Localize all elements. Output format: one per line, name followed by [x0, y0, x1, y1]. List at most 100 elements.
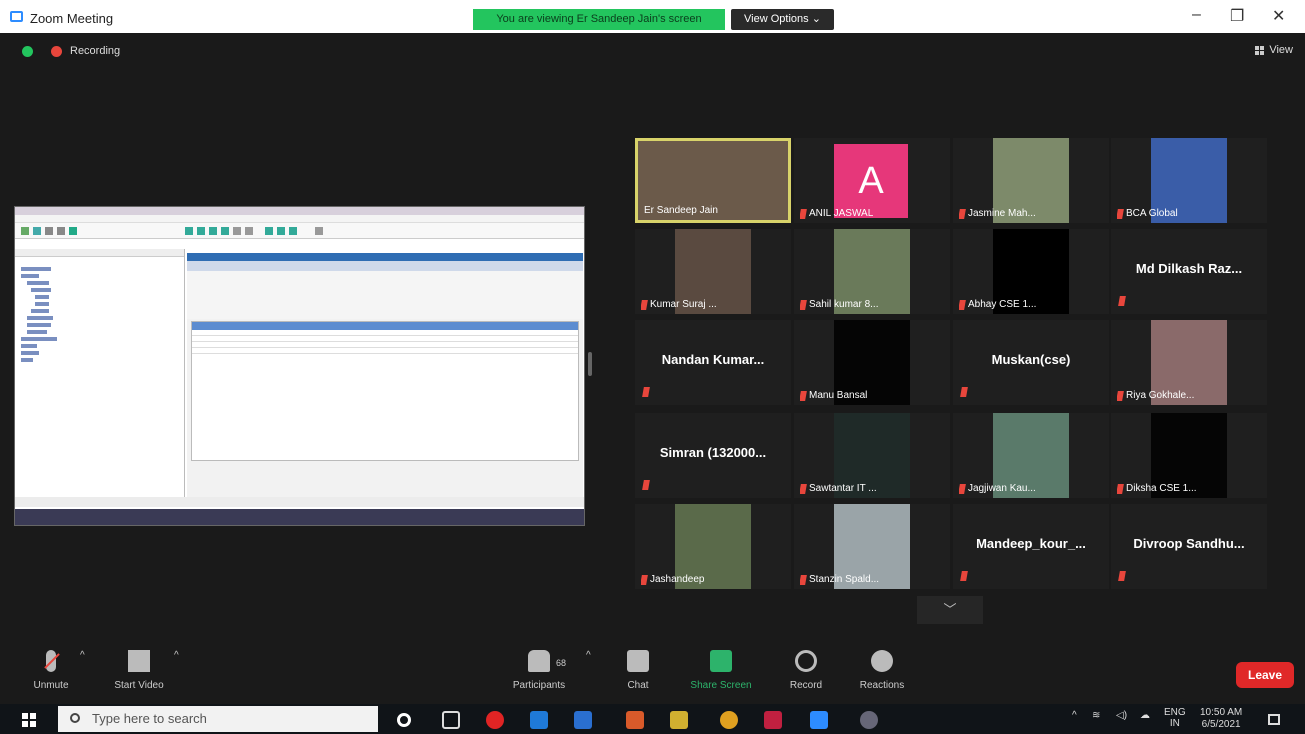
start-video-button[interactable]: Start Video: [106, 650, 172, 691]
mic-muted-icon: [960, 387, 968, 397]
shared-taskbar: [15, 509, 584, 525]
show-hidden-icons-icon[interactable]: ^: [1072, 710, 1077, 721]
notifications-icon[interactable]: [1268, 714, 1280, 725]
participant-avatar: A: [834, 144, 908, 218]
participant-tile[interactable]: Mandeep_kour_...: [953, 504, 1109, 589]
participants-count: 68: [556, 658, 567, 668]
participant-tile[interactable]: Jasmine Mah...: [953, 138, 1109, 223]
gallery-next-page-button[interactable]: ﹀: [917, 596, 983, 624]
window-title: Zoom Meeting: [30, 11, 114, 26]
participant-name: Sahil kumar 8...: [809, 299, 879, 310]
participant-tile[interactable]: Simran (132000...: [635, 413, 791, 498]
participant-name: Simran (132000...: [659, 445, 767, 460]
mic-muted-icon: [800, 390, 807, 401]
powerpoint-icon[interactable]: [626, 711, 644, 729]
participant-name-label: Kumar Suraj ...: [641, 299, 717, 310]
participant-tile[interactable]: Er Sandeep Jain: [635, 138, 791, 223]
participant-name: BCA Global: [1126, 208, 1178, 219]
shared-app-toolbar: [15, 223, 584, 239]
close-icon[interactable]: ✕: [1272, 6, 1285, 26]
participant-tile[interactable]: Riya Gokhale...: [1111, 320, 1267, 405]
participant-name-label: Abhay CSE 1...: [959, 299, 1036, 310]
leave-button[interactable]: Leave: [1236, 662, 1294, 688]
onedrive-icon[interactable]: ☁: [1140, 710, 1150, 721]
chevron-down-icon: ﹀: [943, 602, 957, 617]
mic-muted-icon: [1117, 483, 1124, 494]
share-screen-button[interactable]: Share Screen: [684, 650, 758, 691]
volume-icon[interactable]: ◁): [1116, 710, 1127, 721]
participant-name-label: BCA Global: [1117, 208, 1178, 219]
windows-start-icon[interactable]: [22, 713, 36, 727]
taskbar-search-box[interactable]: Type here to search: [58, 706, 378, 732]
recording-dot-icon: [51, 45, 62, 57]
taskbar-clock[interactable]: 10:50 AM 6/5/2021: [1200, 707, 1242, 731]
participant-tile[interactable]: Sawtantar IT ...: [794, 413, 950, 498]
participant-tile[interactable]: Jashandeep: [635, 504, 791, 589]
restore-icon[interactable]: ❐: [1230, 6, 1244, 26]
chat-button[interactable]: Chat: [620, 650, 656, 691]
recording-status: Recording: [22, 44, 120, 58]
network-icon[interactable]: ≋: [1092, 710, 1100, 721]
cortana-icon[interactable]: [397, 713, 411, 727]
opera-icon[interactable]: [486, 711, 504, 729]
video-off-icon: [128, 650, 150, 672]
store-icon[interactable]: [574, 711, 592, 729]
participant-tile[interactable]: Kumar Suraj ...: [635, 229, 791, 314]
shared-screen: [14, 206, 585, 526]
shared-editor-panel: [187, 253, 583, 499]
participant-name-label: ANIL JASWAL: [800, 208, 873, 219]
input-language[interactable]: ENG IN: [1164, 707, 1186, 729]
participant-name: Sawtantar IT ...: [809, 483, 877, 494]
windows-taskbar: Type here to search ^ ≋ ◁) ☁ ENG IN 10:5…: [0, 704, 1305, 734]
task-view-icon[interactable]: [442, 711, 460, 729]
participant-tile[interactable]: Stanzin Spald...: [794, 504, 950, 589]
mic-muted-icon: [959, 483, 966, 494]
file-explorer-icon[interactable]: [670, 711, 688, 729]
minimize-icon[interactable]: –: [1192, 6, 1201, 24]
participant-tile[interactable]: Divroop Sandhu...: [1111, 504, 1267, 589]
participant-tile[interactable]: BCA Global: [1111, 138, 1267, 223]
zoom-taskbar-icon[interactable]: [810, 711, 828, 729]
mic-muted-icon: [642, 480, 650, 490]
participant-tile[interactable]: Nandan Kumar...: [635, 320, 791, 405]
screen-share-banner: You are viewing Er Sandeep Jain's screen: [473, 9, 725, 30]
participant-tile[interactable]: Manu Bansal: [794, 320, 950, 405]
participant-tile[interactable]: Md Dilkash Raz...: [1111, 229, 1267, 314]
view-button[interactable]: View: [1255, 44, 1293, 56]
mic-muted-icon: [800, 208, 807, 219]
participant-name-label: Jagjiwan Kau...: [959, 483, 1036, 494]
participant-name-label: Sawtantar IT ...: [800, 483, 877, 494]
participant-name: Mandeep_kour_...: [976, 536, 1086, 551]
mail-icon[interactable]: [530, 711, 548, 729]
zoom-app-icon: [10, 11, 23, 22]
record-button[interactable]: Record: [786, 650, 826, 691]
audio-options-caret[interactable]: ^: [80, 650, 85, 661]
mic-muted-icon: [642, 387, 650, 397]
participants-button[interactable]: Participants: [506, 650, 572, 691]
participants-options-caret[interactable]: ^: [586, 650, 591, 661]
unmute-button[interactable]: Unmute: [26, 650, 76, 691]
app-icon[interactable]: [860, 711, 878, 729]
reactions-button[interactable]: Reactions: [852, 650, 912, 691]
participant-name-label: Diksha CSE 1...: [1117, 483, 1197, 494]
participant-tile[interactable]: Abhay CSE 1...: [953, 229, 1109, 314]
participant-name: Jagjiwan Kau...: [968, 483, 1036, 494]
video-options-caret[interactable]: ^: [174, 650, 179, 661]
split-divider-handle[interactable]: [588, 352, 592, 376]
shared-app-titlebar: [15, 207, 584, 215]
mic-muted-icon: [641, 299, 648, 310]
participant-tile[interactable]: Muskan(cse): [953, 320, 1109, 405]
shared-object-tree: [15, 249, 185, 499]
mic-muted-icon: [800, 483, 807, 494]
participant-tile[interactable]: Sahil kumar 8...: [794, 229, 950, 314]
share-screen-label: Share Screen: [690, 680, 752, 691]
chrome-icon[interactable]: [720, 711, 738, 729]
view-options-button[interactable]: View Options ⌄: [731, 9, 834, 30]
acrobat-icon[interactable]: [764, 711, 782, 729]
participant-tile[interactable]: Jagjiwan Kau...: [953, 413, 1109, 498]
participant-name-label: Riya Gokhale...: [1117, 390, 1194, 401]
participant-tile[interactable]: Diksha CSE 1...: [1111, 413, 1267, 498]
participant-tile[interactable]: A ANIL JASWAL: [794, 138, 950, 223]
participant-name: Jashandeep: [650, 574, 705, 585]
participant-name: Manu Bansal: [809, 390, 868, 401]
